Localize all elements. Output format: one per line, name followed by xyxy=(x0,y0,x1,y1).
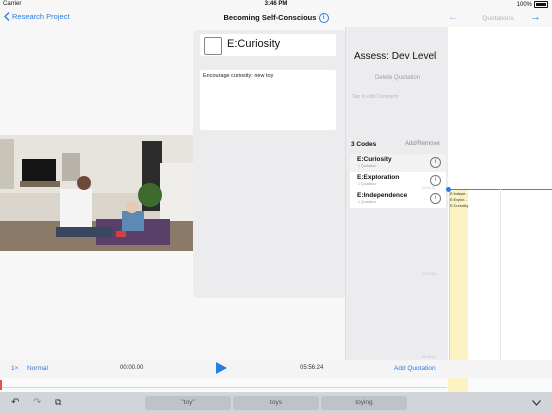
quotation-panel: Assess: Dev Level Delete Quotation Tap t… xyxy=(345,27,449,360)
keyboard-shortcut-bar: ↶ ↷ ⧉ "toy" toys toying xyxy=(0,392,552,414)
info-icon[interactable]: i xyxy=(430,157,441,168)
comment-field[interactable]: Tap to edit Comment xyxy=(352,94,398,100)
timeline-tick: 00:01:07 xyxy=(422,186,436,190)
add-remove-codes-button[interactable]: Add/Remove xyxy=(405,141,440,147)
code-row-curiosity[interactable]: E:Curiosity 1 Quotation i xyxy=(350,154,446,172)
timeline-chip: E:Indepe... xyxy=(450,192,469,196)
code-detail-card: E:Curiosity Encourage curiosity: new toy xyxy=(193,30,345,298)
code-row-count: 1 Quotation xyxy=(358,200,377,204)
timeline-tick: 00:05:03 xyxy=(422,355,436,359)
code-note-text: Encourage curiosity: new toy xyxy=(203,73,274,79)
video-frame[interactable] xyxy=(0,135,193,251)
play-icon[interactable] xyxy=(216,362,227,374)
playhead-handle[interactable] xyxy=(446,187,451,192)
code-color-swatch[interactable] xyxy=(204,37,222,55)
undo-icon[interactable]: ↶ xyxy=(11,397,19,408)
status-bar: Carrier 3:46 PM 100% xyxy=(0,0,552,9)
title-text: Becoming Self-Conscious xyxy=(223,13,317,22)
quotation-title[interactable]: Assess: Dev Level xyxy=(354,51,436,62)
playback-bar: 1× Normal 00:00.00 05:56.24 Add Quotatio… xyxy=(0,360,552,378)
timeline-chip: E:Curiosity xyxy=(450,204,469,208)
chevron-left-icon xyxy=(4,12,10,21)
quotation-timeline[interactable]: E:Indepe... E:Explor... E:Curiosity 00:0… xyxy=(422,27,552,388)
code-name: E:Curiosity xyxy=(227,38,281,50)
quotations-tab[interactable]: Quotations xyxy=(466,15,530,22)
code-row-name: E:Independence xyxy=(357,192,408,199)
timeline-tick: 00:03:05 xyxy=(422,272,436,276)
code-row-independence[interactable]: E:Independence 1 Quotation i xyxy=(350,190,446,208)
battery-indicator: 100% xyxy=(517,1,548,8)
delete-quotation-button[interactable]: Delete Quotation xyxy=(346,75,449,81)
battery-percent: 100% xyxy=(516,1,532,8)
scrubber[interactable] xyxy=(0,378,552,392)
info-icon[interactable]: i xyxy=(430,193,441,204)
codes-count-label: 3 Codes xyxy=(351,141,377,148)
back-button[interactable]: Research Project xyxy=(4,12,70,21)
scrubber-position[interactable] xyxy=(0,380,2,390)
paste-icon[interactable]: ⧉ xyxy=(55,397,61,408)
timeline-chip: E:Explor... xyxy=(450,198,468,202)
code-header[interactable]: E:Curiosity xyxy=(200,34,336,56)
suggestion-2[interactable]: toys xyxy=(233,396,319,410)
start-time: 00:00.00 xyxy=(120,365,144,371)
info-icon[interactable]: i xyxy=(318,13,329,24)
code-row-count: 1 Quotation xyxy=(358,182,377,186)
suggestion-1[interactable]: "toy" xyxy=(145,396,231,410)
add-quotation-button[interactable]: Add Quotation xyxy=(394,365,436,372)
code-bar[interactable]: E:Indepe... E:Explor... E:Curiosity xyxy=(449,189,468,388)
quotation-navigator: ← Quotations → xyxy=(448,11,552,27)
code-row-count: 1 Quotation xyxy=(358,164,377,168)
battery-icon xyxy=(534,1,548,8)
document-title: Becoming Self-Conscious i xyxy=(180,13,372,24)
navigation-bar: Research Project Becoming Self-Conscious… xyxy=(0,9,552,27)
back-label: Research Project xyxy=(12,12,70,21)
redo-icon[interactable]: ↷ xyxy=(33,397,41,408)
clock: 3:46 PM xyxy=(264,1,288,7)
previous-arrow-icon[interactable]: ← xyxy=(448,11,459,23)
end-time: 05:56.24 xyxy=(300,365,324,371)
scrubber-track xyxy=(2,387,447,388)
video-still-image xyxy=(0,135,193,251)
code-row-name: E:Exploration xyxy=(357,174,400,181)
info-icon[interactable]: i xyxy=(430,175,441,186)
next-arrow-icon[interactable]: → xyxy=(530,11,541,23)
playback-mode-button[interactable]: Normal xyxy=(27,365,48,372)
chevron-down-icon[interactable] xyxy=(532,400,541,406)
playback-speed-button[interactable]: 1× xyxy=(11,365,18,372)
code-row-name: E:Curiosity xyxy=(357,156,392,163)
code-note-field[interactable]: Encourage curiosity: new toy xyxy=(200,70,336,130)
suggestion-3[interactable]: toying xyxy=(321,396,407,410)
scrubber-code-segment xyxy=(448,378,468,392)
timeline-track xyxy=(500,189,501,388)
